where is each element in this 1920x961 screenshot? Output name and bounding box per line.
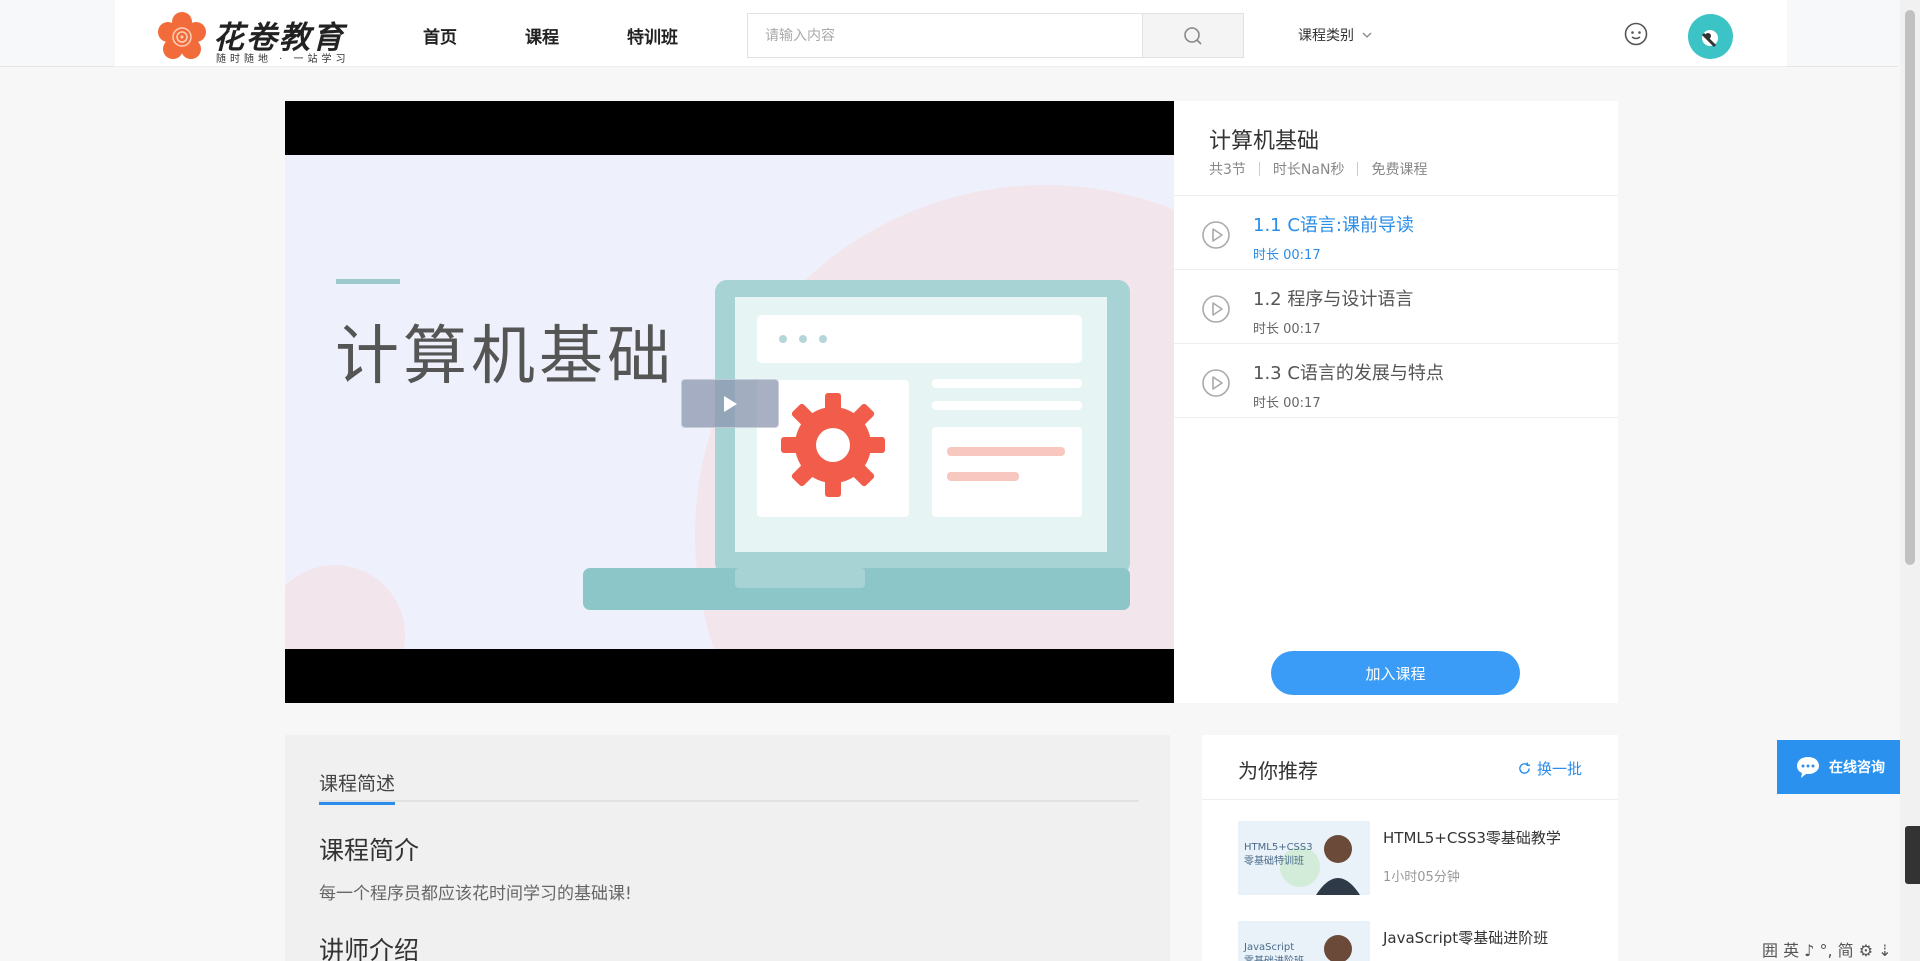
course-thumbnail: JavaScript 零基础进阶班 bbox=[1238, 921, 1370, 961]
online-consult-button[interactable]: 在线咨询 bbox=[1777, 740, 1903, 794]
poster-accent-line bbox=[336, 279, 400, 284]
poster-title: 计算机基础 bbox=[335, 320, 675, 394]
consult-label: 在线咨询 bbox=[1829, 760, 1885, 776]
refresh-icon bbox=[1519, 762, 1531, 774]
intro-heading: 课程简介 bbox=[319, 836, 420, 865]
recommend-item[interactable]: HTML5+CSS3 零基础特训班 HTML5+CSS3零基础教学 1小时05分… bbox=[1238, 821, 1598, 895]
play-circle-icon bbox=[1202, 369, 1230, 397]
nav-home[interactable]: 首页 bbox=[423, 23, 457, 48]
play-icon bbox=[724, 395, 737, 412]
search-box bbox=[747, 13, 1244, 58]
divider bbox=[1202, 799, 1618, 800]
course-title: 计算机基础 bbox=[1209, 129, 1320, 154]
teacher-heading: 讲师介绍 bbox=[319, 936, 420, 961]
flower-logo-icon bbox=[158, 12, 206, 59]
nav-training[interactable]: 特训班 bbox=[627, 23, 678, 48]
course-meta: 共3节 时长NaN秒 免费课程 bbox=[1209, 159, 1427, 179]
video-player[interactable]: 计算机基础 bbox=[285, 101, 1174, 703]
side-handle[interactable] bbox=[1905, 826, 1920, 884]
recommend-title: 为你推荐 bbox=[1238, 759, 1318, 783]
description-card: 课程简述 课程简介 每一个程序员都应该花时间学习的基础课! 讲师介绍 bbox=[285, 735, 1170, 961]
thumbnail-text: HTML5+CSS3 零基础特训班 bbox=[1244, 842, 1313, 867]
lesson-item-3[interactable]: 1.3 C语言的发展与特点 时长 00:17 bbox=[1174, 344, 1618, 418]
tab-underline bbox=[319, 800, 1139, 802]
course-price: 免费课程 bbox=[1371, 162, 1428, 178]
search-icon bbox=[1184, 26, 1202, 45]
lesson-duration: 时长 00:17 bbox=[1253, 396, 1321, 411]
refresh-button[interactable]: 换一批 bbox=[1518, 758, 1582, 779]
lesson-item-1[interactable]: 1.1 C语言:课前导读 时长 00:17 bbox=[1174, 196, 1618, 270]
search-input[interactable] bbox=[748, 14, 1143, 57]
recommend-name: HTML5+CSS3零基础教学 bbox=[1383, 829, 1561, 847]
category-dropdown[interactable]: 课程类别 bbox=[1298, 25, 1372, 45]
message-icon[interactable] bbox=[1623, 21, 1649, 47]
recommend-card: 为你推荐 换一批 HTML5+CSS3 零基础特训班 HTML5+CSS3零基础… bbox=[1202, 735, 1618, 961]
meta-separator bbox=[1357, 162, 1359, 176]
meta-separator bbox=[1258, 162, 1260, 176]
play-button[interactable] bbox=[681, 379, 779, 428]
lesson-duration: 时长 00:17 bbox=[1253, 248, 1321, 263]
logo[interactable]: 花卷教育 随时随地 · 一站学习 bbox=[157, 10, 367, 65]
lesson-title: 1.1 C语言:课前导读 bbox=[1253, 215, 1414, 236]
logo-subtitle: 随时随地 · 一站学习 bbox=[216, 54, 350, 65]
refresh-label: 换一批 bbox=[1536, 760, 1582, 778]
lesson-duration: 时长 00:17 bbox=[1253, 322, 1321, 337]
lesson-list: 1.1 C语言:课前导读 时长 00:17 1.2 程序与设计语言 时长 00:… bbox=[1174, 195, 1618, 418]
lesson-count: 共3节 bbox=[1209, 162, 1246, 178]
lesson-item-2[interactable]: 1.2 程序与设计语言 时长 00:17 bbox=[1174, 270, 1618, 344]
lesson-title: 1.3 C语言的发展与特点 bbox=[1253, 363, 1444, 384]
tab-course-summary[interactable]: 课程简述 bbox=[319, 769, 396, 805]
scrollbar-thumb[interactable] bbox=[1905, 10, 1915, 565]
search-button[interactable] bbox=[1142, 14, 1243, 57]
course-panel: 计算机基础 共3节 时长NaN秒 免费课程 1.1 C语言:课前导读 时长 00… bbox=[1174, 101, 1618, 703]
lesson-title: 1.2 程序与设计语言 bbox=[1253, 289, 1414, 310]
recommend-item[interactable]: JavaScript 零基础进阶班 JavaScript零基础进阶班 bbox=[1238, 921, 1598, 961]
chat-bubble-icon bbox=[1797, 757, 1819, 778]
video-poster: 计算机基础 bbox=[285, 155, 1174, 649]
intro-text: 每一个程序员都应该花时间学习的基础课! bbox=[319, 884, 632, 904]
thumbnail-text: JavaScript 零基础进阶班 bbox=[1244, 942, 1304, 961]
join-course-button[interactable]: 加入课程 bbox=[1271, 651, 1520, 695]
chevron-down-icon bbox=[1362, 32, 1372, 38]
nav-courses[interactable]: 课程 bbox=[525, 23, 559, 48]
category-label: 课程类别 bbox=[1298, 28, 1354, 44]
top-header: 花卷教育 随时随地 · 一站学习 首页 课程 特训班 课程类别 bbox=[115, 0, 1787, 67]
recommend-name: JavaScript零基础进阶班 bbox=[1383, 929, 1549, 947]
user-avatar[interactable] bbox=[1688, 14, 1733, 59]
recommend-duration: 1小时05分钟 bbox=[1383, 870, 1460, 885]
play-circle-icon bbox=[1202, 221, 1230, 249]
play-circle-icon bbox=[1202, 295, 1230, 323]
course-duration: 时长NaN秒 bbox=[1272, 162, 1345, 178]
page-scrollbar[interactable] bbox=[1900, 0, 1920, 961]
course-thumbnail: HTML5+CSS3 零基础特训班 bbox=[1238, 821, 1370, 895]
avatar-image bbox=[1701, 30, 1718, 48]
ime-toolbar[interactable]: 囲 英 ♪ °, 简 ⚙ ⇣ bbox=[1762, 937, 1892, 961]
